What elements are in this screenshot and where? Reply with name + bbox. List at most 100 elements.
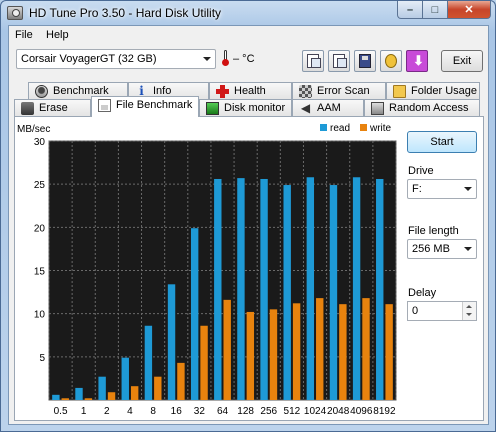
read-bar	[75, 387, 83, 400]
copy-screenshot-icon	[333, 54, 347, 68]
tab-health[interactable]: Health	[209, 82, 292, 100]
y-tick-label: 10	[34, 310, 46, 321]
read-bar	[167, 284, 176, 400]
x-tick-label: 8	[150, 406, 156, 417]
minimize-button[interactable]: –	[397, 1, 423, 19]
write-bar	[200, 325, 208, 400]
drive-label: Drive	[408, 165, 434, 177]
tab-erase[interactable]: Erase	[14, 99, 91, 117]
file-benchmark-panel: 5 10 15 20 25 30 MB/sec 0.5 1 2 4 8 16 32 64 128 256 512 1…	[14, 116, 484, 421]
read-bar	[52, 394, 60, 400]
menu-help[interactable]: Help	[46, 29, 69, 41]
write-bar	[316, 298, 324, 400]
tab-disk-monitor[interactable]: Disk monitor	[199, 99, 292, 117]
read-bar	[214, 178, 222, 400]
close-button[interactable]: ✕	[448, 1, 491, 19]
x-tick-label: 64	[217, 406, 229, 417]
y-tick-label: 25	[34, 180, 46, 191]
app-window: HD Tune Pro 3.50 - Hard Disk Utility – □…	[0, 0, 496, 432]
options-icon	[385, 54, 397, 68]
x-tick-label: 32	[194, 406, 206, 417]
file-length-select[interactable]: 256 MB	[407, 239, 477, 259]
drive-select[interactable]: Corsair VoyagerGT (32 GB)	[16, 49, 216, 69]
copy-text-button[interactable]	[302, 50, 324, 72]
random-access-icon	[371, 102, 384, 115]
write-bar	[246, 311, 255, 400]
error-scan-icon	[299, 85, 312, 98]
benchmark-icon	[35, 85, 48, 98]
file-length-value: 256 MB	[412, 243, 450, 255]
write-bar	[61, 398, 69, 400]
maximize-button[interactable]: □	[423, 1, 448, 19]
x-tick-label: 4096	[350, 406, 373, 417]
x-tick-label: 2048	[327, 406, 350, 417]
benchmark-chart-svg: 5 10 15 20 25 30 MB/sec 0.5 1 2 4 8 16 32 64 128 256 512 1…	[17, 123, 397, 417]
delay-label: Delay	[408, 287, 437, 299]
legend-write-label: write	[369, 123, 392, 134]
file-length-label: File length	[408, 225, 459, 237]
write-bar	[339, 304, 347, 400]
chevron-down-icon	[464, 187, 472, 191]
tab-file-benchmark[interactable]: File Benchmark	[91, 96, 199, 117]
download-icon: ⬇	[413, 53, 424, 68]
read-bar	[144, 325, 153, 400]
spin-arrows-icon[interactable]	[462, 302, 476, 320]
legend-read-swatch	[320, 124, 327, 131]
window-title: HD Tune Pro 3.50 - Hard Disk Utility	[29, 6, 222, 20]
x-tick-label: 512	[284, 406, 301, 417]
read-bar	[237, 178, 245, 400]
x-tick-label: 8192	[373, 406, 396, 417]
drive-letter-select[interactable]: F:	[407, 179, 477, 199]
y-tick-label: 5	[39, 353, 45, 364]
x-tick-label: 128	[237, 406, 254, 417]
delay-stepper[interactable]: 0	[407, 301, 477, 321]
options-button[interactable]	[380, 50, 402, 72]
benchmark-chart: 5 10 15 20 25 30 MB/sec 0.5 1 2 4 8 16 32 64 128 256 512 1…	[15, 117, 405, 422]
write-bar	[84, 398, 93, 400]
read-bar	[352, 177, 361, 400]
save-button[interactable]	[354, 50, 376, 72]
write-bar	[130, 386, 139, 400]
read-bar	[283, 185, 291, 400]
tab-error-scan[interactable]: Error Scan	[292, 82, 386, 100]
exit-button[interactable]: Exit	[441, 50, 483, 72]
thermometer-icon	[222, 50, 229, 66]
temperature-readout: – °C	[233, 53, 255, 65]
write-bar	[362, 298, 370, 400]
y-tick-label: 30	[34, 137, 46, 148]
start-button[interactable]: Start	[407, 131, 477, 153]
write-bar	[223, 299, 231, 400]
read-bar	[98, 376, 106, 400]
download-button[interactable]: ⬇	[406, 50, 428, 72]
chevron-down-icon	[464, 247, 472, 251]
y-tick-label: 20	[34, 223, 46, 234]
tab-folder-usage[interactable]: Folder Usage	[386, 82, 480, 100]
write-bar	[177, 362, 185, 400]
hard-disk-app-icon	[7, 6, 23, 20]
legend-read-label: read	[330, 123, 350, 134]
x-tick-label: 4	[127, 406, 133, 417]
read-bar	[121, 357, 129, 400]
x-tick-label: 2	[104, 406, 110, 417]
read-bar	[306, 177, 315, 400]
menu-bar: File Help	[9, 26, 488, 45]
delay-value: 0	[412, 305, 419, 317]
title-bar[interactable]: HD Tune Pro 3.50 - Hard Disk Utility – □…	[1, 1, 495, 25]
x-tick-label: 0.5	[54, 406, 68, 417]
read-bar	[329, 185, 338, 400]
save-icon	[359, 54, 371, 68]
tab-random-access[interactable]: Random Access	[364, 99, 480, 117]
read-bar	[260, 178, 268, 400]
file-benchmark-icon	[98, 99, 111, 112]
write-bar	[269, 309, 278, 400]
speaker-icon: ◀	[300, 101, 311, 115]
disk-monitor-icon	[206, 102, 219, 115]
folder-icon	[393, 85, 406, 98]
write-bar	[292, 303, 301, 400]
tab-aam[interactable]: ◀ AAM	[292, 99, 364, 117]
legend-write-swatch	[360, 124, 367, 131]
menu-file[interactable]: File	[15, 29, 33, 41]
copy-text-icon	[307, 54, 321, 68]
copy-screenshot-button[interactable]	[328, 50, 350, 72]
write-bar	[107, 392, 116, 400]
